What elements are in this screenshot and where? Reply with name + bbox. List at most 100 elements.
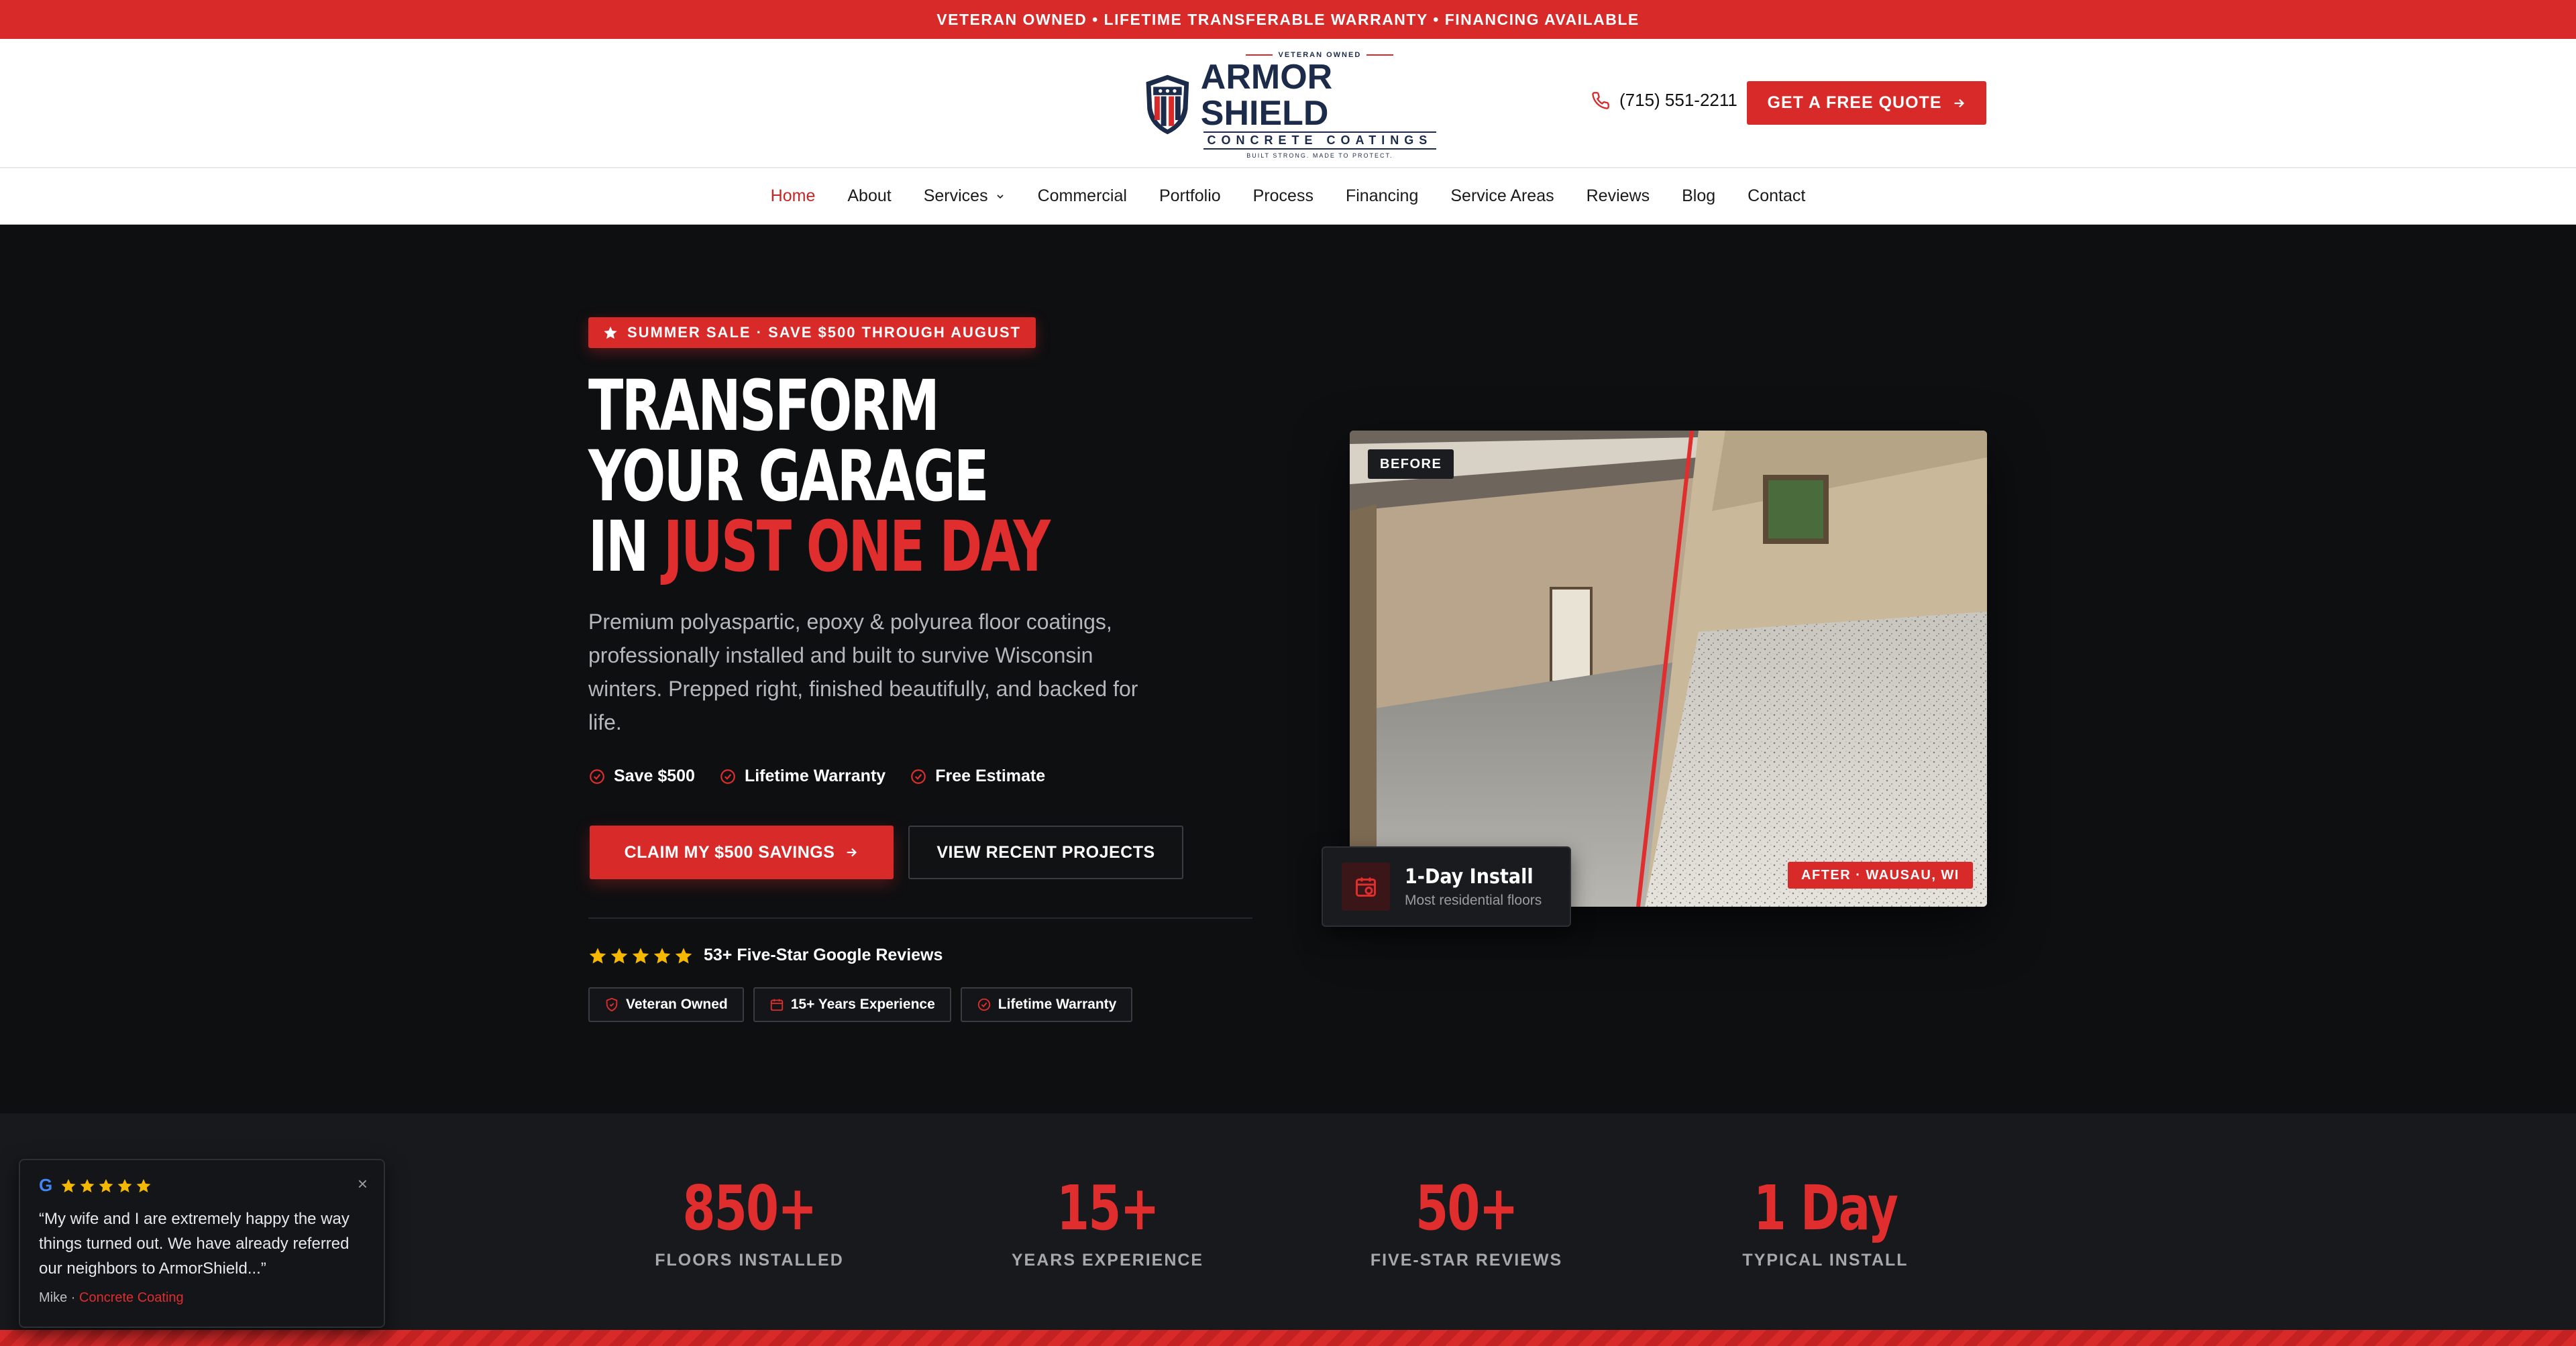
announcement-bar: VETERAN OWNED • LIFETIME TRANSFERABLE WA… <box>0 0 2576 39</box>
star-icon <box>589 947 606 964</box>
stat-label: TYPICAL INSTALL <box>1742 1251 1909 1270</box>
after-label: AFTER · WAUSAU, WI <box>1788 862 1973 889</box>
install-card: 1-Day Install Most residential floors <box>1322 846 1571 927</box>
install-card-subtitle: Most residential floors <box>1405 892 1542 908</box>
star-icon <box>632 947 649 964</box>
pill-warranty: Lifetime Warranty <box>960 987 1133 1022</box>
pill-experience: 15+ Years Experience <box>753 987 951 1022</box>
site-header: VETERAN OWNED ARMOR SHIELD CONCRETE COAT… <box>0 39 2576 168</box>
check-circle-icon <box>977 998 990 1011</box>
phone-number: (715) 551-2211 <box>1619 90 1737 110</box>
nav-financing[interactable]: Financing <box>1346 186 1418 206</box>
check-item: Free Estimate <box>910 767 1045 786</box>
stat-install: 1 Day TYPICAL INSTALL <box>1684 1172 1966 1270</box>
stat-number: 50+ <box>1415 1172 1518 1244</box>
close-icon[interactable]: × <box>358 1174 368 1194</box>
nav-process[interactable]: Process <box>1253 186 1313 206</box>
stats-section: 850+ FLOORS INSTALLED 15+ YEARS EXPERIEN… <box>0 1113 2576 1330</box>
install-card-title: 1-Day Install <box>1405 864 1534 889</box>
stat-number: 1 Day <box>1753 1172 1898 1244</box>
stat-number: 850+ <box>682 1172 817 1244</box>
hero-description: Premium polyaspartic, epoxy & polyurea f… <box>588 610 1138 734</box>
review-popup[interactable]: G × “My wife and I are extremely happy t… <box>19 1159 385 1328</box>
star-icon <box>117 1178 132 1192</box>
claim-savings-button[interactable]: CLAIM MY $500 SAVINGS <box>590 826 894 879</box>
before-label: BEFORE <box>1368 449 1454 479</box>
rating-stars <box>60 1178 152 1194</box>
before-after-image[interactable] <box>1350 431 1987 907</box>
hero-headline: TRANSFORM YOUR GARAGE IN JUST ONE DAY <box>588 365 1051 587</box>
hero-divider <box>588 917 1252 919</box>
hero-section: SUMMER SALE · SAVE $500 THROUGH AUGUST T… <box>0 225 2576 1113</box>
trust-pills: Veteran Owned 15+ Years Experience Lifet… <box>588 987 1133 1022</box>
phone-icon <box>1592 91 1609 109</box>
stat-years: 15+ YEARS EXPERIENCE <box>967 1172 1248 1270</box>
star-icon <box>99 1178 113 1192</box>
nav-contact[interactable]: Contact <box>1748 186 1805 206</box>
check-item: Save $500 <box>588 767 695 786</box>
stat-label: FIVE-STAR REVIEWS <box>1370 1251 1563 1270</box>
stat-number: 15+ <box>1057 1172 1159 1244</box>
nav-service-areas[interactable]: Service Areas <box>1450 186 1554 206</box>
check-circle-icon <box>720 769 735 784</box>
check-item: Lifetime Warranty <box>719 767 885 786</box>
review-service-link: Concrete Coating <box>79 1290 184 1305</box>
view-projects-button[interactable]: VIEW RECENT PROJECTS <box>908 826 1183 879</box>
view-projects-label: VIEW RECENT PROJECTS <box>936 842 1155 862</box>
sale-badge: SUMMER SALE · SAVE $500 THROUGH AUGUST <box>588 317 1036 348</box>
nav-about[interactable]: About <box>847 186 891 206</box>
install-card-icon <box>1342 862 1390 911</box>
pill-veteran-owned: Veteran Owned <box>588 987 744 1022</box>
review-quote: “My wife and I are extremely happy the w… <box>39 1210 350 1278</box>
logo-tagline: BUILT STRONG. MADE TO PROTECT. <box>1246 152 1393 159</box>
shield-icon <box>606 997 618 1012</box>
nav-commercial[interactable]: Commercial <box>1038 186 1127 206</box>
google-reviews-summary: 53+ Five-Star Google Reviews <box>588 946 943 965</box>
nav-home[interactable]: Home <box>771 186 816 206</box>
free-quote-label: GET A FREE QUOTE <box>1767 93 1942 112</box>
calendar-clock-icon <box>1356 877 1376 897</box>
calendar-icon <box>770 999 783 1011</box>
sale-badge-text: SUMMER SALE · SAVE $500 THROUGH AUGUST <box>627 324 1021 341</box>
stat-floors: 850+ FLOORS INSTALLED <box>608 1172 890 1270</box>
star-icon <box>61 1178 76 1192</box>
review-author: Mike · Concrete Coating <box>39 1290 184 1305</box>
logo-name: ARMOR SHIELD <box>1200 57 1333 133</box>
check-circle-icon <box>590 769 604 784</box>
review-popup-header: G <box>39 1175 365 1196</box>
nav-services[interactable]: Services <box>924 186 1006 206</box>
reviews-count-text: 53+ Five-Star Google Reviews <box>704 946 943 964</box>
star-icon <box>653 947 671 964</box>
stat-label: YEARS EXPERIENCE <box>1011 1251 1204 1270</box>
logo-wordmark: VETERAN OWNED ARMOR SHIELD CONCRETE COAT… <box>1201 51 1439 159</box>
headline-line-1: TRANSFORM <box>588 365 940 447</box>
hero-checks: Save $500 Lifetime Warranty Free Estimat… <box>588 767 1045 786</box>
bottom-stripe <box>0 1330 2576 1346</box>
main-nav: Home About Services Commercial Portfolio… <box>0 168 2576 225</box>
stat-label: FLOORS INSTALLED <box>655 1251 844 1270</box>
logo-sub: CONCRETE COATINGS <box>1203 131 1437 150</box>
check-circle-icon <box>911 769 926 784</box>
star-icon <box>675 947 692 964</box>
arrow-right-icon <box>847 848 857 857</box>
announcement-text: VETERAN OWNED • LIFETIME TRANSFERABLE WA… <box>936 10 1640 28</box>
star-icon <box>610 947 628 964</box>
shield-logo-icon <box>1146 74 1189 135</box>
garage-before-after-illustration <box>1350 431 1987 907</box>
nav-portfolio[interactable]: Portfolio <box>1159 186 1221 206</box>
star-icon <box>80 1178 95 1192</box>
nav-reviews[interactable]: Reviews <box>1587 186 1650 206</box>
chevron-down-icon <box>996 194 1004 199</box>
star-icon <box>136 1178 151 1192</box>
headline-line-3: IN JUST ONE DAY <box>588 506 1051 587</box>
free-quote-button[interactable]: GET A FREE QUOTE <box>1747 81 1986 125</box>
phone-link[interactable]: (715) 551-2211 <box>1591 90 1737 111</box>
arrow-right-icon <box>1954 99 1964 107</box>
logo[interactable]: VETERAN OWNED ARMOR SHIELD CONCRETE COAT… <box>1144 51 1439 159</box>
claim-savings-label: CLAIM MY $500 SAVINGS <box>624 842 835 862</box>
google-icon: G <box>39 1175 53 1195</box>
rating-stars <box>588 946 693 965</box>
nav-blog[interactable]: Blog <box>1682 186 1715 206</box>
star-icon <box>604 326 617 339</box>
headline-line-2: YOUR GARAGE <box>588 435 989 517</box>
